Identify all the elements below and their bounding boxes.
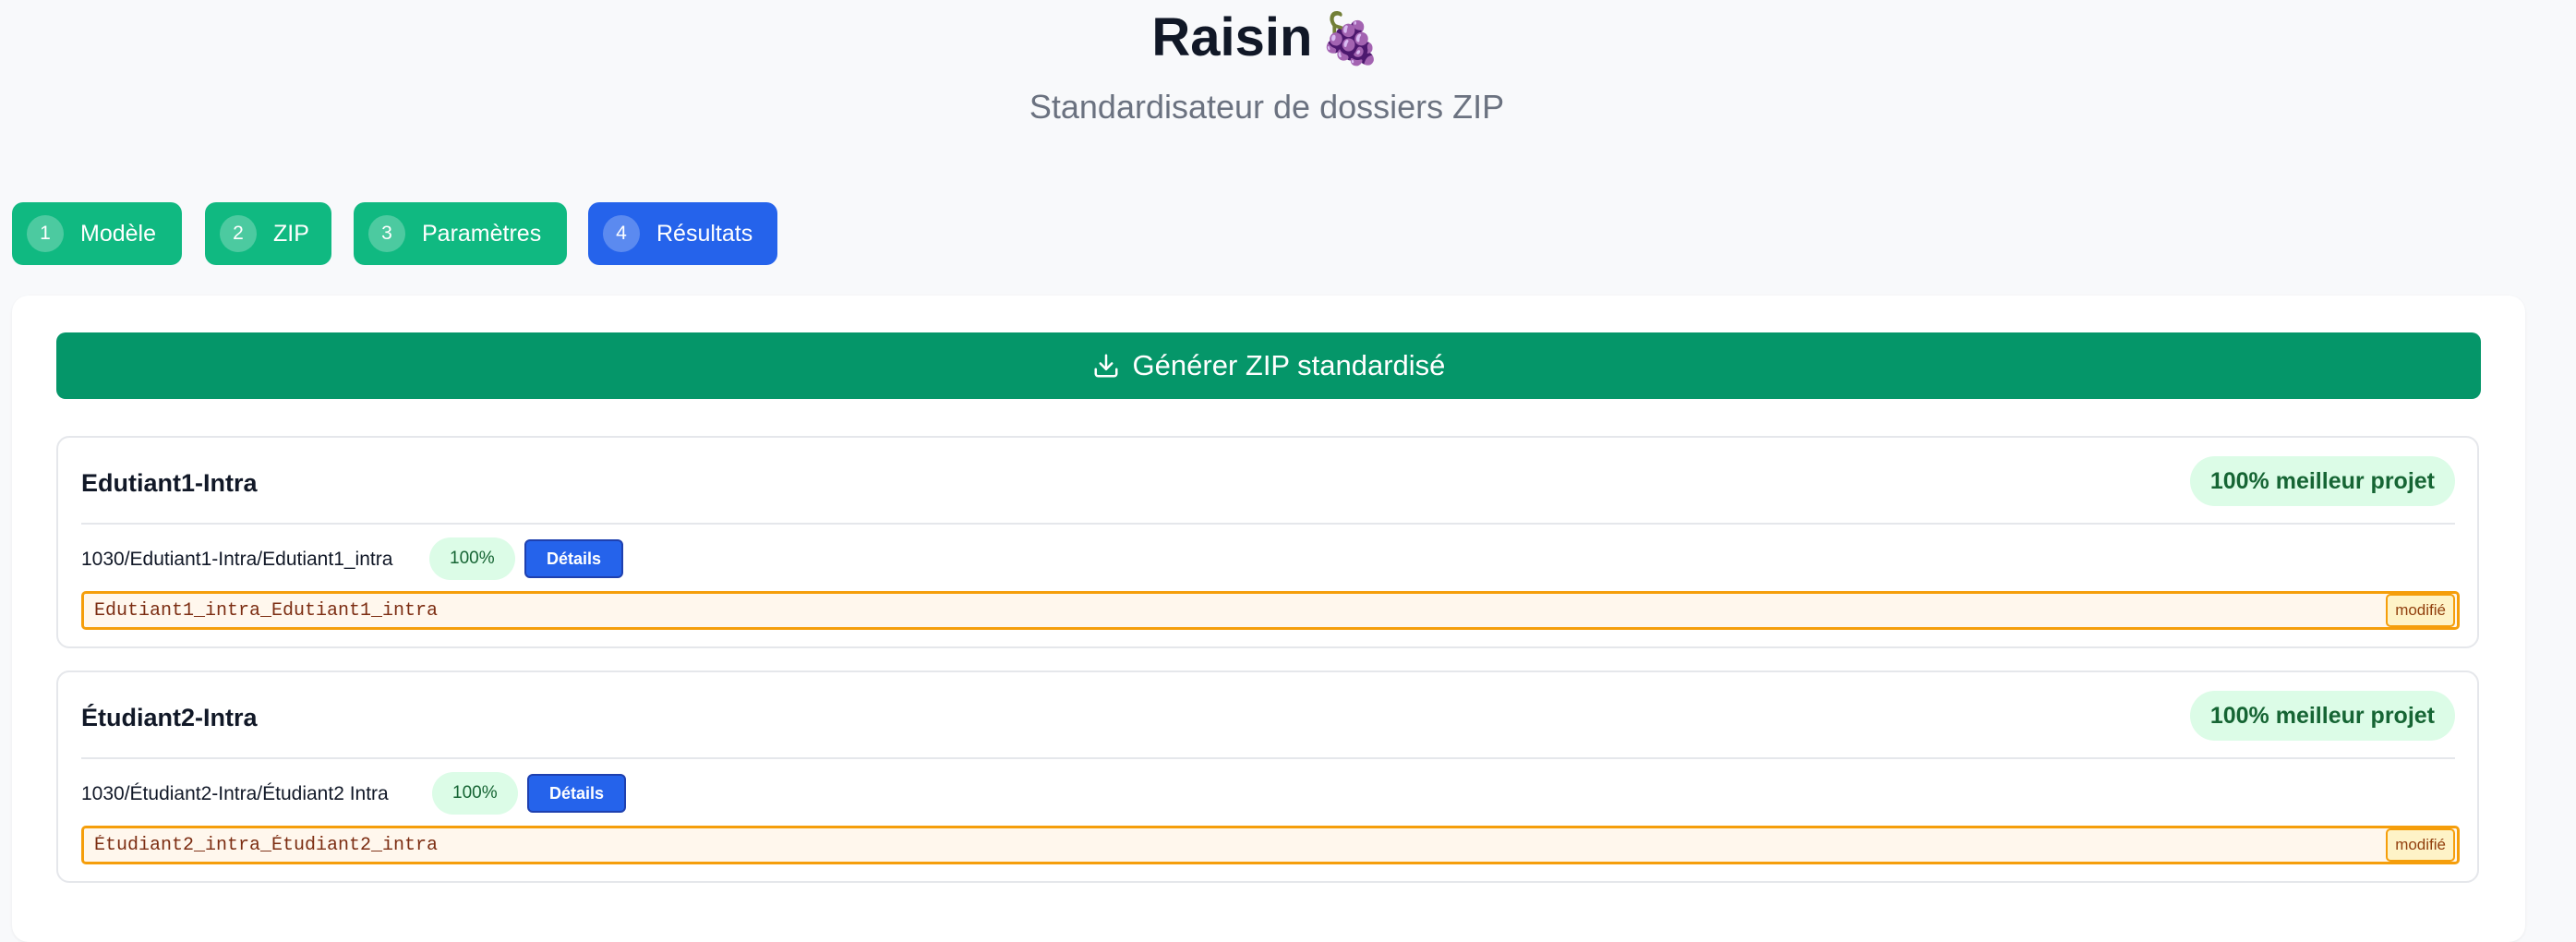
standardized-name-input[interactable] bbox=[81, 826, 2460, 864]
step-label: Modèle bbox=[80, 220, 156, 247]
details-button[interactable]: Détails bbox=[524, 539, 624, 578]
step-number: 2 bbox=[220, 215, 257, 252]
step-tab-model[interactable]: 1 Modèle bbox=[12, 202, 182, 265]
app-subtitle: Standardisateur de dossiers ZIP bbox=[1029, 88, 1505, 126]
step-label: Paramètres bbox=[422, 220, 542, 247]
step-tab-results[interactable]: 4 Résultats bbox=[588, 202, 777, 265]
details-button[interactable]: Détails bbox=[527, 774, 627, 813]
generate-zip-label: Générer ZIP standardisé bbox=[1132, 349, 1446, 381]
step-label: ZIP bbox=[273, 220, 309, 247]
best-project-badge: 100% meilleur projet bbox=[2189, 456, 2455, 506]
project-path: 1030/Edutiant1-Intra/Edutiant1_intra bbox=[81, 549, 393, 570]
download-icon bbox=[1094, 354, 1118, 378]
project-name: Étudiant2-Intra bbox=[81, 704, 258, 731]
step-tab-zip[interactable]: 2 ZIP bbox=[205, 202, 331, 265]
match-percent-badge: 100% bbox=[432, 772, 518, 815]
divider bbox=[81, 757, 2455, 759]
step-number: 3 bbox=[368, 215, 405, 252]
step-tab-parameters[interactable]: 3 Paramètres bbox=[354, 202, 567, 265]
standardized-name-input[interactable] bbox=[81, 591, 2460, 630]
divider bbox=[81, 523, 2455, 525]
generate-zip-button[interactable]: Générer ZIP standardisé bbox=[56, 332, 2481, 399]
project-name: Edutiant1-Intra bbox=[81, 469, 258, 497]
step-number: 4 bbox=[603, 215, 640, 252]
best-project-badge: 100% meilleur projet bbox=[2189, 691, 2455, 741]
grape-icon: 🍇 bbox=[1319, 11, 1382, 66]
modified-badge: modifié bbox=[2386, 828, 2455, 862]
step-label: Résultats bbox=[656, 220, 753, 247]
match-percent-badge: 100% bbox=[429, 537, 515, 580]
project-path: 1030/Étudiant2-Intra/Étudiant2 Intra bbox=[81, 783, 389, 804]
app-title-text: Raisin bbox=[1151, 7, 1313, 67]
app-title: Raisin 🍇 bbox=[0, 4, 2534, 73]
modified-badge: modifié bbox=[2386, 594, 2455, 627]
project-card: Étudiant2-Intra 100% meilleur projet 103… bbox=[56, 670, 2479, 883]
results-panel: Générer ZIP standardisé Edutiant1-Intra … bbox=[12, 296, 2525, 942]
step-number: 1 bbox=[27, 215, 64, 252]
project-card: Edutiant1-Intra 100% meilleur projet 103… bbox=[56, 436, 2479, 648]
